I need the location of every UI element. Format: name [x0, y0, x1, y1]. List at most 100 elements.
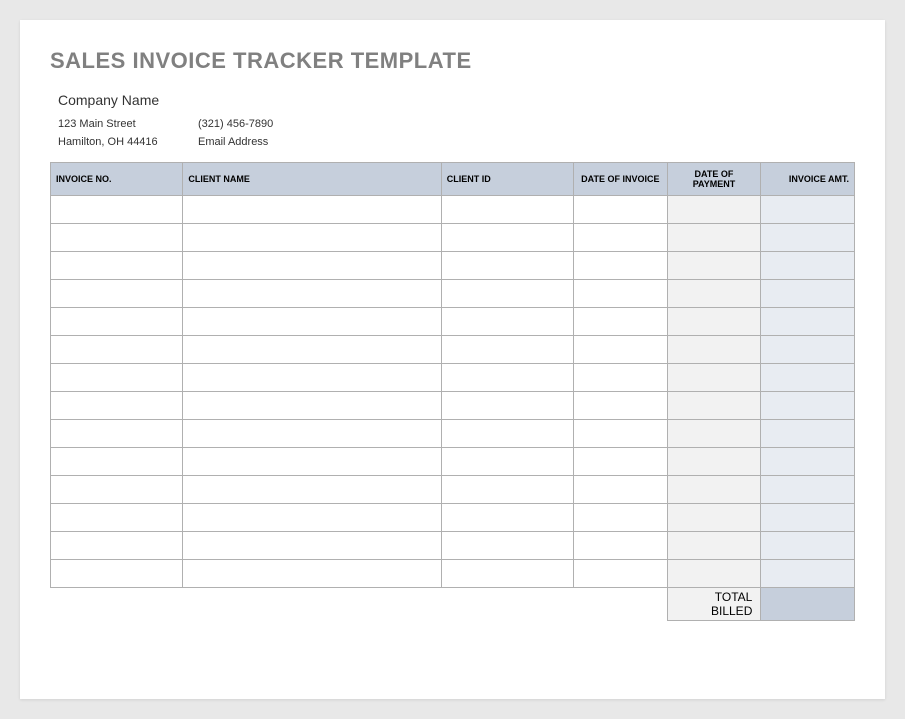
cell-date_invoice[interactable]: [574, 476, 668, 504]
cell-invoice_amt[interactable]: [761, 196, 855, 224]
cell-invoice_amt[interactable]: [761, 336, 855, 364]
table-row: [51, 364, 855, 392]
cell-date_invoice[interactable]: [574, 196, 668, 224]
table-row: [51, 392, 855, 420]
cell-client_name[interactable]: [183, 196, 441, 224]
cell-date_invoice[interactable]: [574, 336, 668, 364]
cell-client_name[interactable]: [183, 420, 441, 448]
cell-date_payment[interactable]: [667, 280, 761, 308]
cell-date_invoice[interactable]: [574, 560, 668, 588]
cell-invoice_amt[interactable]: [761, 392, 855, 420]
cell-client_id[interactable]: [441, 336, 573, 364]
cell-invoice_amt[interactable]: [761, 504, 855, 532]
cell-date_invoice[interactable]: [574, 532, 668, 560]
cell-invoice_amt[interactable]: [761, 420, 855, 448]
cell-date_invoice[interactable]: [574, 224, 668, 252]
cell-date_payment[interactable]: [667, 196, 761, 224]
cell-invoice_amt[interactable]: [761, 224, 855, 252]
company-address: 123 Main Street: [58, 118, 198, 130]
cell-date_invoice[interactable]: [574, 364, 668, 392]
cell-client_id[interactable]: [441, 448, 573, 476]
cell-invoice_amt[interactable]: [761, 448, 855, 476]
cell-invoice_no[interactable]: [51, 476, 183, 504]
cell-invoice_amt[interactable]: [761, 532, 855, 560]
cell-invoice_no[interactable]: [51, 252, 183, 280]
cell-client_name[interactable]: [183, 392, 441, 420]
cell-invoice_no[interactable]: [51, 364, 183, 392]
total-billed-label: TOTAL BILLED: [667, 588, 761, 621]
table-footer-row: TOTAL BILLED: [51, 588, 855, 621]
cell-date_payment[interactable]: [667, 420, 761, 448]
cell-date_invoice[interactable]: [574, 280, 668, 308]
cell-date_invoice[interactable]: [574, 308, 668, 336]
cell-date_invoice[interactable]: [574, 420, 668, 448]
table-row: [51, 448, 855, 476]
cell-invoice_amt[interactable]: [761, 280, 855, 308]
cell-date_invoice[interactable]: [574, 252, 668, 280]
cell-client_name[interactable]: [183, 308, 441, 336]
table-row: [51, 420, 855, 448]
cell-date_payment[interactable]: [667, 224, 761, 252]
cell-invoice_no[interactable]: [51, 532, 183, 560]
header-date-invoice: DATE OF INVOICE: [574, 163, 668, 196]
header-date-payment: DATE OF PAYMENT: [667, 163, 761, 196]
cell-date_payment[interactable]: [667, 476, 761, 504]
cell-invoice_no[interactable]: [51, 224, 183, 252]
cell-invoice_no[interactable]: [51, 336, 183, 364]
cell-date_invoice[interactable]: [574, 448, 668, 476]
cell-invoice_no[interactable]: [51, 392, 183, 420]
cell-client_id[interactable]: [441, 532, 573, 560]
cell-client_name[interactable]: [183, 476, 441, 504]
cell-client_name[interactable]: [183, 252, 441, 280]
cell-date_invoice[interactable]: [574, 392, 668, 420]
cell-client_id[interactable]: [441, 476, 573, 504]
cell-client_id[interactable]: [441, 420, 573, 448]
cell-client_id[interactable]: [441, 392, 573, 420]
cell-invoice_no[interactable]: [51, 308, 183, 336]
cell-invoice_no[interactable]: [51, 560, 183, 588]
cell-date_payment[interactable]: [667, 336, 761, 364]
cell-client_id[interactable]: [441, 504, 573, 532]
cell-invoice_no[interactable]: [51, 420, 183, 448]
cell-client_name[interactable]: [183, 364, 441, 392]
cell-date_payment[interactable]: [667, 532, 761, 560]
cell-date_payment[interactable]: [667, 364, 761, 392]
cell-client_name[interactable]: [183, 280, 441, 308]
cell-date_payment[interactable]: [667, 252, 761, 280]
cell-invoice_amt[interactable]: [761, 252, 855, 280]
cell-client_id[interactable]: [441, 560, 573, 588]
cell-invoice_no[interactable]: [51, 196, 183, 224]
cell-invoice_amt[interactable]: [761, 308, 855, 336]
cell-date_payment[interactable]: [667, 504, 761, 532]
cell-client_name[interactable]: [183, 336, 441, 364]
cell-date_payment[interactable]: [667, 560, 761, 588]
cell-date_invoice[interactable]: [574, 504, 668, 532]
table-row: [51, 532, 855, 560]
cell-date_payment[interactable]: [667, 448, 761, 476]
cell-client_name[interactable]: [183, 532, 441, 560]
cell-client_id[interactable]: [441, 224, 573, 252]
cell-invoice_no[interactable]: [51, 448, 183, 476]
cell-date_payment[interactable]: [667, 392, 761, 420]
cell-client_name[interactable]: [183, 224, 441, 252]
company-email: Email Address: [198, 136, 855, 148]
company-name: Company Name: [58, 92, 855, 108]
cell-invoice_amt[interactable]: [761, 364, 855, 392]
cell-invoice_no[interactable]: [51, 280, 183, 308]
company-phone: (321) 456-7890: [198, 118, 855, 130]
cell-date_payment[interactable]: [667, 308, 761, 336]
cell-client_id[interactable]: [441, 196, 573, 224]
table-row: [51, 224, 855, 252]
cell-client_name[interactable]: [183, 560, 441, 588]
cell-client_id[interactable]: [441, 252, 573, 280]
cell-client_id[interactable]: [441, 364, 573, 392]
cell-client_id[interactable]: [441, 308, 573, 336]
table-row: [51, 336, 855, 364]
cell-invoice_amt[interactable]: [761, 476, 855, 504]
table-header-row: INVOICE NO. CLIENT NAME CLIENT ID DATE O…: [51, 163, 855, 196]
cell-invoice_no[interactable]: [51, 504, 183, 532]
cell-invoice_amt[interactable]: [761, 560, 855, 588]
cell-client_name[interactable]: [183, 448, 441, 476]
cell-client_id[interactable]: [441, 280, 573, 308]
cell-client_name[interactable]: [183, 504, 441, 532]
